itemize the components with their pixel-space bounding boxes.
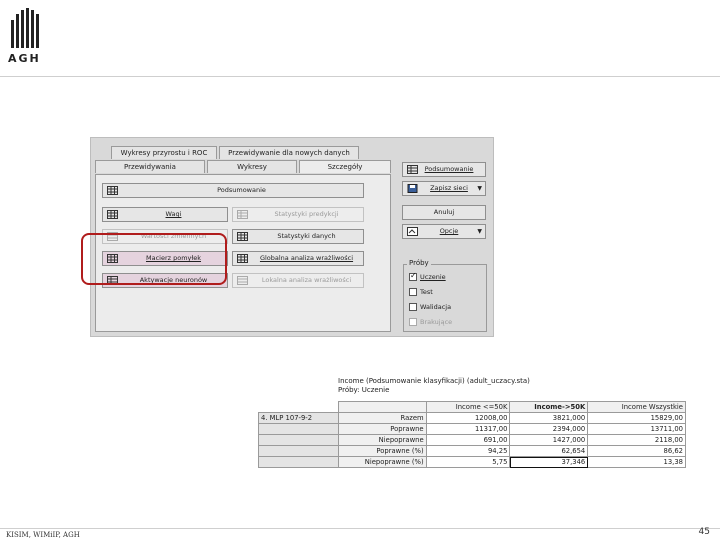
dropdown-caret-icon: ▼ [477,228,482,235]
column-header[interactable]: Income <=50K [425,401,511,413]
stub-cell [258,456,339,468]
save-networks-button[interactable]: Zapisz sieci ▼ [402,181,486,196]
table-corner [258,401,339,413]
classification-summary-sheet: Income (Podsumowanie klasyfikacji) (adul… [258,376,686,482]
row-label: Niepoprawne [337,434,427,446]
local-sensitivity-button[interactable]: Lokalna analiza wrażliwości [232,273,364,288]
table-cell[interactable]: 3821,000 [509,412,589,424]
table-cell[interactable]: 13711,00 [587,423,686,435]
tab-charts[interactable]: Wykresy [207,160,297,173]
results-title: Income (Podsumowanie klasyfikacji) (adul… [338,377,530,394]
tab-details[interactable]: Szczegóły [299,160,391,173]
summary-side-button[interactable]: Podsumowanie [402,162,486,177]
grid-icon [237,232,248,241]
agh-logo-text: AGH [8,52,41,65]
footer-text: KISIM, WIMiIP, AGH [6,531,80,539]
table-corner-label [337,401,427,413]
table-row: Niepoprawne (%) 5,75 37,346 13,38 [258,456,686,468]
tab-gain-roc[interactable]: Wykresy przyrostu i ROC [111,146,217,159]
stub-cell [258,423,339,435]
agh-logo-mark [11,8,39,48]
table-header-row: Income <=50K Income->50K Income Wszystki… [258,401,686,413]
tab-prediction-new-data[interactable]: Przewidywanie dla nowych danych [219,146,359,159]
classification-summary-table: Income <=50K Income->50K Income Wszystki… [258,401,686,468]
prediction-stats-button[interactable]: Statystyki predykcji [232,207,364,222]
page-number: 45 [698,527,710,537]
table-row: Poprawne 11317,00 2394,000 13711,00 [258,423,686,435]
dropdown-caret-icon: ▼ [477,185,482,192]
checkbox-box[interactable] [409,271,417,281]
table-cell[interactable]: 691,00 [425,434,511,446]
header-divider [0,76,720,77]
table-cell[interactable]: 13,38 [587,456,686,468]
agh-logo: AGH [8,8,44,66]
grid-icon [237,276,248,285]
samples-group-title: Próby [407,259,431,267]
footer-divider [0,528,720,529]
table-cell[interactable]: 5,75 [425,456,511,468]
sample-training-checkbox[interactable]: Uczenie [409,271,446,283]
table-cell[interactable]: 1427,000 [509,434,589,446]
grid-icon [237,254,248,263]
checkbox-box[interactable] [409,318,417,326]
save-icon [407,184,418,193]
options-button[interactable]: Opcje ▼ [402,224,486,239]
cancel-button[interactable]: Anuluj [402,205,486,220]
table-row: 4. MLP 107-9-2 Razem 12008,00 3821,000 1… [258,412,686,424]
checkbox-box[interactable] [409,303,417,311]
table-cell[interactable]: 11317,00 [425,423,511,435]
grid-icon [407,165,418,174]
table-cell[interactable]: 2394,000 [509,423,589,435]
sample-test-checkbox[interactable]: Test [409,288,433,298]
column-header[interactable]: Income->50K [509,401,589,413]
table-row: Niepoprawne 691,00 1427,000 2118,00 [258,434,686,446]
checkbox-box[interactable] [409,288,417,296]
table-cell[interactable]: 12008,00 [425,412,511,424]
global-sensitivity-button[interactable]: Globalna analiza wrażliwości [232,251,364,266]
confusion-matrix-highlight [81,233,227,285]
tab-predictions[interactable]: Przewidywania [95,160,205,173]
stub-cell [258,434,339,446]
table-cell[interactable]: 86,62 [587,445,686,457]
grid-icon [237,210,248,219]
options-icon [407,227,418,236]
grid-icon [107,210,118,219]
model-label: 4. MLP 107-9-2 [258,412,339,424]
grid-icon [107,186,118,195]
table-cell[interactable]: 2118,00 [587,434,686,446]
data-stats-button[interactable]: Statystyki danych [232,229,364,244]
row-label: Poprawne (%) [337,445,427,457]
selected-table-cell[interactable]: 37,346 [509,456,589,468]
table-cell[interactable]: 62,654 [509,445,589,457]
row-label: Poprawne [337,423,427,435]
sample-missing-checkbox[interactable]: Brakujące [409,318,452,328]
sample-validation-checkbox[interactable]: Walidacja [409,303,451,313]
table-cell[interactable]: 15829,00 [587,412,686,424]
table-row: Poprawne (%) 94,25 62,654 86,62 [258,445,686,457]
stub-cell [258,445,339,457]
table-cell[interactable]: 94,25 [425,445,511,457]
weights-button[interactable]: Wagi [102,207,228,222]
row-label: Razem [337,412,427,424]
column-header[interactable]: Income Wszystkie [587,401,686,413]
row-label: Niepoprawne (%) [337,456,427,468]
summary-button[interactable]: Podsumowanie [102,183,364,198]
